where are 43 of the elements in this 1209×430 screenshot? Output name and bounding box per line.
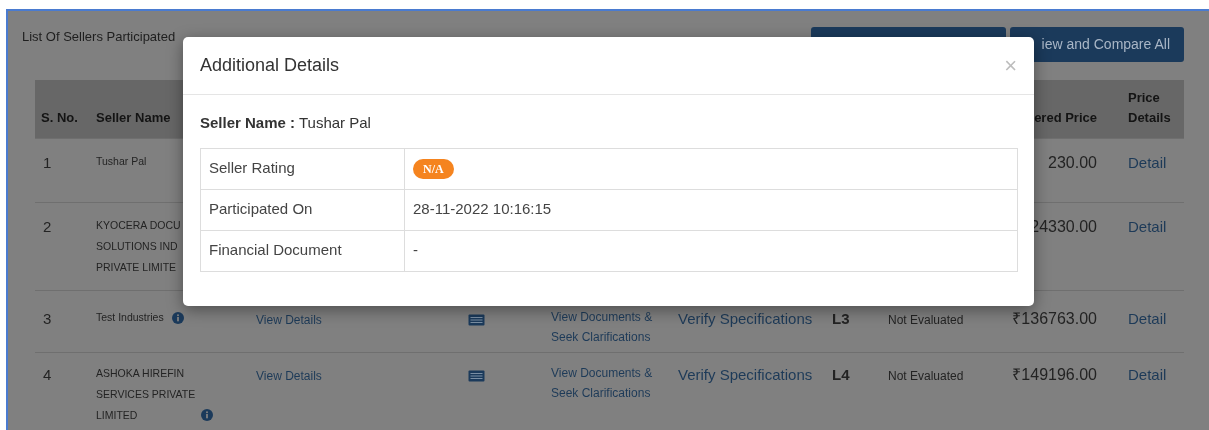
seller-name-text: Seller Name : Tushar Pal: [200, 113, 372, 133]
field-value: -: [413, 241, 418, 259]
view-details-link[interactable]: View Details: [256, 313, 322, 327]
column-header: S. No.: [41, 110, 78, 125]
info-icon[interactable]: [171, 312, 184, 324]
column-header: Price Details: [1128, 90, 1171, 125]
verify-link[interactable]: Verify Specifications: [678, 366, 813, 383]
field-label: Participated On: [209, 200, 313, 218]
rating-badge: N/A: [413, 159, 454, 180]
rank-text: L4: [832, 366, 850, 383]
status-text: Not Evaluated: [888, 313, 964, 327]
detail-link[interactable]: Detail: [1128, 310, 1167, 327]
detail-link[interactable]: Detail: [1128, 218, 1167, 235]
verify-link[interactable]: Verify Specifications: [678, 310, 813, 327]
documents-link[interactable]: View Documents & Seek Clarifications: [551, 307, 653, 347]
row-number: 2: [42, 218, 52, 235]
compare-button[interactable]: iew and Compare All: [1010, 27, 1184, 62]
detail-link[interactable]: Detail: [1128, 366, 1167, 383]
seller-name: Test Industries: [96, 310, 164, 325]
seller-name: Tushar Pal: [96, 154, 147, 169]
seller-name: ASHOKA HIREFIN SERVICES PRIVATE LIMITED: [96, 366, 196, 423]
price-text: 230.00: [1048, 154, 1097, 171]
list-icon[interactable]: [468, 369, 485, 382]
row-number: 1: [42, 154, 52, 171]
list-icon[interactable]: [468, 313, 485, 326]
dialog-title: Additional Details: [200, 54, 340, 77]
field-value: 28-11-2022 10:16:15: [413, 200, 552, 218]
section-title: List Of Sellers Participated: [22, 28, 176, 46]
column-header: Seller Name: [96, 110, 171, 125]
price-text: ₹136763.00: [1012, 310, 1097, 327]
column-header: ered Price: [1034, 110, 1097, 125]
row-number: 3: [42, 310, 52, 327]
view-details-link[interactable]: View Details: [256, 369, 322, 383]
documents-link[interactable]: View Documents & Seek Clarifications: [551, 363, 653, 403]
field-label: Seller Rating: [209, 159, 295, 177]
seller-name: KYOCERA DOCU SOLUTIONS IND PRIVATE LIMITE: [96, 218, 181, 275]
info-icon[interactable]: [201, 409, 214, 421]
row-number: 4: [42, 366, 52, 383]
price-text: ₹149196.00: [1012, 366, 1097, 383]
rank-text: L3: [832, 310, 850, 327]
status-text: Not Evaluated: [888, 369, 964, 383]
detail-link[interactable]: Detail: [1128, 154, 1167, 171]
field-label: Financial Document: [209, 241, 342, 259]
